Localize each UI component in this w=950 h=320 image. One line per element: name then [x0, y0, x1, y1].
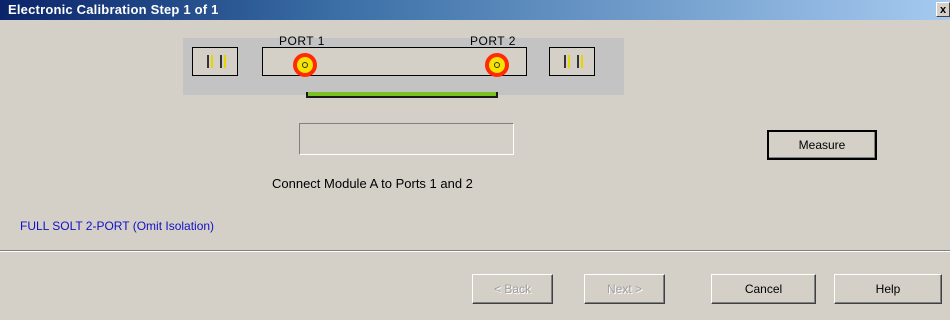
module-pin [220, 55, 222, 68]
module-pin [207, 55, 209, 68]
module-pin [211, 55, 213, 68]
measure-button[interactable]: Measure [767, 130, 877, 160]
close-button[interactable]: x [936, 2, 950, 17]
back-button[interactable]: < Back [472, 274, 553, 304]
module-pin [577, 55, 579, 68]
module-pin [568, 55, 570, 68]
connection-diagram: PORT 1 PORT 2 [183, 34, 624, 98]
ecal-module-right [549, 47, 595, 76]
separator [0, 250, 950, 252]
cancel-button[interactable]: Cancel [711, 274, 816, 304]
next-button[interactable]: Next > [584, 274, 665, 304]
module-pin [581, 55, 583, 68]
instruction-text: Connect Module A to Ports 1 and 2 [272, 176, 473, 191]
status-field [299, 123, 514, 155]
title-bar: Electronic Calibration Step 1 of 1 x [0, 0, 950, 20]
port1-connector-icon [293, 53, 317, 77]
window-title: Electronic Calibration Step 1 of 1 [8, 2, 219, 17]
port2-label: PORT 2 [470, 34, 516, 48]
module-pin [224, 55, 226, 68]
help-button[interactable]: Help [834, 274, 942, 304]
port2-connector-icon [485, 53, 509, 77]
port1-label: PORT 1 [279, 34, 325, 48]
ecal-module-left [192, 47, 238, 76]
calibration-type-text: FULL SOLT 2-PORT (Omit Isolation) [20, 219, 215, 233]
thru-cable [306, 92, 498, 98]
module-pin [564, 55, 566, 68]
